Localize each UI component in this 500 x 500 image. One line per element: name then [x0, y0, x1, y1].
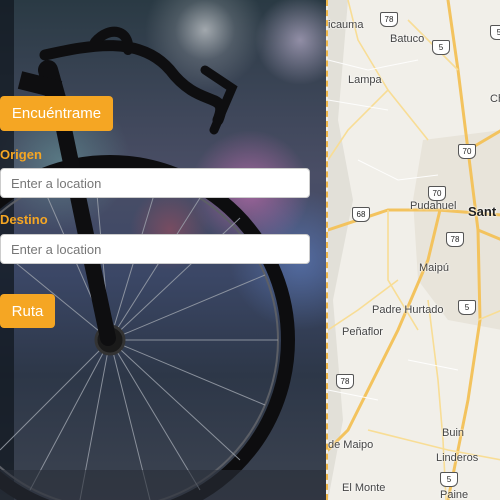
place-ch: Ch	[490, 93, 500, 105]
place-isla-de-maipo: de Maipo	[328, 439, 374, 451]
place-santiago: Sant	[468, 204, 497, 219]
place-maipu: Maipú	[419, 262, 449, 274]
place-penaflor: Peñaflor	[342, 326, 383, 338]
highway-shield-icon: 70	[458, 144, 476, 159]
route-button[interactable]: Ruta	[0, 294, 55, 328]
destination-label: Destino	[0, 212, 48, 227]
place-pudahuel: Pudahuel	[410, 200, 457, 212]
origin-input[interactable]	[0, 168, 310, 198]
place-linderos: Linderos	[436, 452, 479, 464]
highway-shield-icon: 5	[440, 472, 458, 487]
place-buin: Buin	[442, 427, 465, 439]
highway-shield-icon: 78	[446, 232, 464, 247]
locate-me-button[interactable]: Encuéntrame	[0, 96, 113, 131]
destination-input[interactable]	[0, 234, 310, 264]
highway-shield-icon: 5	[432, 40, 450, 55]
place-batuco: Batuco	[390, 33, 425, 45]
place-el-monte: El Monte	[342, 482, 386, 494]
highway-shield-icon: 5	[458, 300, 476, 315]
highway-shield-icon: 70	[428, 186, 446, 201]
place-lampa: Lampa	[348, 74, 382, 86]
origin-label: Origen	[0, 147, 42, 162]
map-view[interactable]: icauma Batuco Lampa Pudahuel Sant Maipú …	[326, 0, 500, 500]
place-paine: Paine	[440, 489, 469, 500]
place-padre-hurtado: Padre Hurtado	[372, 304, 444, 316]
highway-shield-icon: 5	[490, 25, 500, 40]
highway-shield-icon: 78	[336, 374, 354, 389]
highway-shield-icon: 78	[380, 12, 398, 27]
place-chicauma: icauma	[328, 19, 364, 31]
highway-shield-icon: 68	[352, 207, 370, 222]
